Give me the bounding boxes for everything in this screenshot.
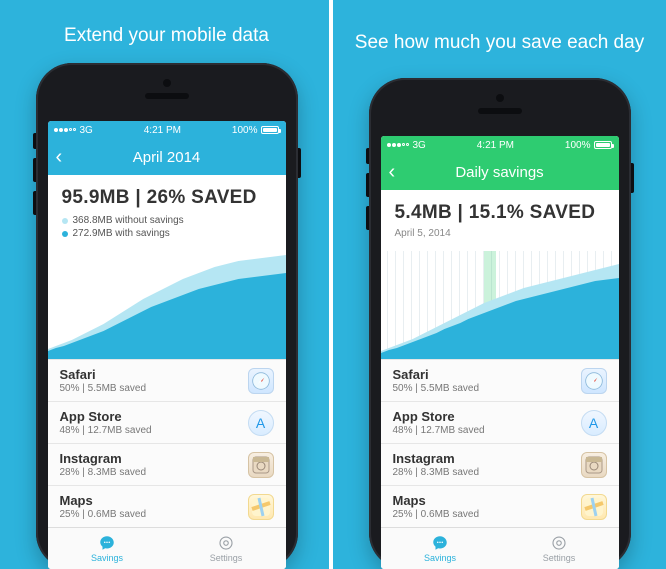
app-detail: 28% | 8.3MB saved: [60, 467, 147, 478]
tab-bar: Savings Settings: [381, 527, 619, 569]
legend: 368.8MB without savings 272.9MB with sav…: [62, 215, 272, 239]
savings-chart: [48, 251, 286, 359]
screen: 3G 4:21 PM 100% ‹ Daily savings 5.4MB | …: [381, 136, 619, 569]
legend-dot-light: [62, 218, 68, 224]
appstore-icon: A: [248, 410, 274, 436]
status-bar: 3G 4:21 PM 100%: [48, 121, 286, 139]
daily-chart[interactable]: [381, 251, 619, 359]
hero-text: Extend your mobile data: [44, 22, 289, 49]
app-name: Safari: [393, 367, 480, 382]
app-detail: 48% | 12.7MB saved: [60, 425, 152, 436]
carrier-label: 3G: [80, 125, 93, 136]
headline-stat: 95.9MB | 26% SAVED: [62, 187, 272, 209]
signal-icon: [54, 128, 76, 132]
tab-label: Savings: [424, 553, 456, 563]
summary-date: April 5, 2014: [395, 228, 605, 239]
app-detail: 25% | 0.6MB saved: [393, 509, 480, 520]
battery-pct: 100%: [565, 140, 591, 151]
battery-icon: [261, 126, 279, 134]
promo-panel-right: See how much you save each day 3G 4:21 P…: [333, 0, 666, 569]
phone-mockup: 3G 4:21 PM 100% ‹ Daily savings 5.4MB | …: [369, 78, 631, 569]
list-item[interactable]: Safari50% | 5.5MB saved: [381, 359, 619, 401]
app-detail: 48% | 12.7MB saved: [393, 425, 485, 436]
app-detail: 28% | 8.3MB saved: [393, 467, 480, 478]
nav-title: Daily savings: [455, 164, 543, 181]
back-icon[interactable]: ‹: [56, 147, 63, 167]
list-item[interactable]: Maps25% | 0.6MB saved: [48, 485, 286, 527]
app-list[interactable]: Safari50% | 5.5MB saved App Store48% | 1…: [381, 359, 619, 527]
safari-icon: [581, 368, 607, 394]
app-name: Maps: [60, 493, 147, 508]
tab-settings[interactable]: Settings: [500, 528, 619, 569]
battery-icon: [594, 141, 612, 149]
clock: 4:21 PM: [144, 125, 181, 136]
summary-block: 5.4MB | 15.1% SAVED April 5, 2014: [381, 190, 619, 247]
nav-bar: ‹ Daily savings: [381, 154, 619, 190]
instagram-icon: [581, 452, 607, 478]
summary-block: 95.9MB | 26% SAVED 368.8MB without savin…: [48, 175, 286, 247]
nav-bar: ‹ April 2014: [48, 139, 286, 175]
list-item[interactable]: Instagram28% | 8.3MB saved: [381, 443, 619, 485]
app-name: Safari: [60, 367, 147, 382]
signal-icon: [387, 143, 409, 147]
chat-icon: [431, 534, 449, 552]
legend-text: 368.8MB without savings: [73, 215, 184, 226]
list-item[interactable]: App Store48% | 12.7MB saved A: [48, 401, 286, 443]
tab-label: Settings: [543, 553, 576, 563]
back-icon[interactable]: ‹: [389, 162, 396, 182]
hero-text: See how much you save each day: [335, 22, 664, 64]
safari-icon: [248, 368, 274, 394]
gear-icon: [217, 534, 235, 552]
screen: 3G 4:21 PM 100% ‹ April 2014 95.9MB | 26…: [48, 121, 286, 569]
legend-text: 272.9MB with savings: [73, 228, 170, 239]
headline-stat: 5.4MB | 15.1% SAVED: [395, 202, 605, 224]
list-item[interactable]: Maps25% | 0.6MB saved: [381, 485, 619, 527]
carrier-label: 3G: [413, 140, 426, 151]
chat-icon: [98, 534, 116, 552]
tab-label: Savings: [91, 553, 123, 563]
list-item[interactable]: App Store48% | 12.7MB saved A: [381, 401, 619, 443]
legend-dot-dark: [62, 231, 68, 237]
clock: 4:21 PM: [477, 140, 514, 151]
list-item[interactable]: Safari50% | 5.5MB saved: [48, 359, 286, 401]
app-name: Maps: [393, 493, 480, 508]
app-list[interactable]: Safari50% | 5.5MB saved App Store48% | 1…: [48, 359, 286, 527]
status-bar: 3G 4:21 PM 100%: [381, 136, 619, 154]
instagram-icon: [248, 452, 274, 478]
maps-icon: [248, 494, 274, 520]
phone-mockup: 3G 4:21 PM 100% ‹ April 2014 95.9MB | 26…: [36, 63, 298, 569]
tab-settings[interactable]: Settings: [167, 528, 286, 569]
appstore-icon: A: [581, 410, 607, 436]
battery-pct: 100%: [232, 125, 258, 136]
app-name: Instagram: [60, 451, 147, 466]
app-name: App Store: [60, 409, 152, 424]
gear-icon: [550, 534, 568, 552]
app-detail: 25% | 0.6MB saved: [60, 509, 147, 520]
maps-icon: [581, 494, 607, 520]
app-detail: 50% | 5.5MB saved: [393, 383, 480, 394]
tab-bar: Savings Settings: [48, 527, 286, 569]
app-name: Instagram: [393, 451, 480, 466]
tab-label: Settings: [210, 553, 243, 563]
promo-panel-left: Extend your mobile data 3G 4:21 PM 100% …: [0, 0, 333, 569]
app-detail: 50% | 5.5MB saved: [60, 383, 147, 394]
tab-savings[interactable]: Savings: [48, 528, 167, 569]
app-name: App Store: [393, 409, 485, 424]
tab-savings[interactable]: Savings: [381, 528, 500, 569]
nav-title: April 2014: [133, 149, 201, 166]
list-item[interactable]: Instagram28% | 8.3MB saved: [48, 443, 286, 485]
